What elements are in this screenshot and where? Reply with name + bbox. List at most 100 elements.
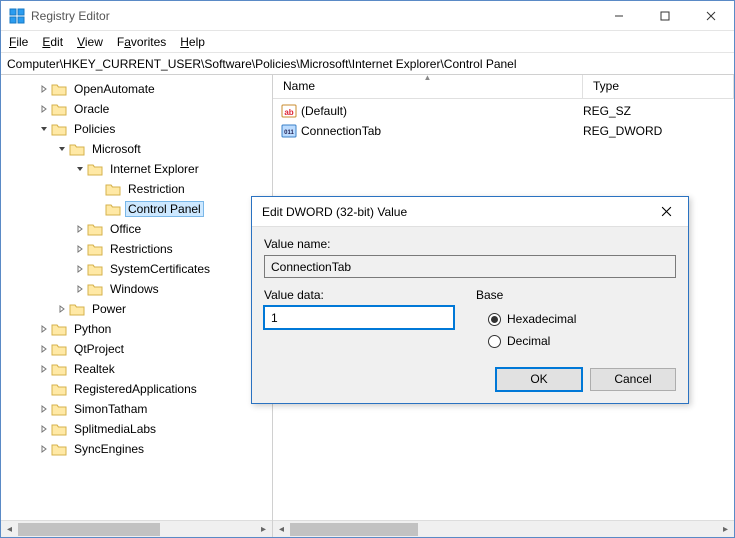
regedit-app-icon xyxy=(9,8,25,24)
column-name-label: Name xyxy=(283,79,315,93)
tree-node-internet-explorer[interactable]: Internet Explorer xyxy=(1,159,272,179)
chevron-right-icon[interactable] xyxy=(73,242,87,256)
chevron-right-icon[interactable] xyxy=(37,442,51,456)
chevron-right-icon[interactable] xyxy=(37,402,51,416)
tree-node-microsoft[interactable]: Microsoft xyxy=(1,139,272,159)
radio-decimal[interactable]: Decimal xyxy=(488,330,676,352)
tree-node-label: SimonTatham xyxy=(71,401,150,417)
radio-dec-label: Decimal xyxy=(507,334,550,348)
value-data-input[interactable] xyxy=(264,306,454,329)
tree-node-label: Internet Explorer xyxy=(107,161,202,177)
tree-node-label: Windows xyxy=(107,281,162,297)
tree-node-power[interactable]: Power xyxy=(1,299,272,319)
chevron-right-icon[interactable] xyxy=(37,342,51,356)
value-type: REG_DWORD xyxy=(583,124,662,138)
tree-node-windows[interactable]: Windows xyxy=(1,279,272,299)
chevron-right-icon[interactable] xyxy=(73,262,87,276)
value-name-label: Value name: xyxy=(264,237,676,251)
scroll-right-icon[interactable]: ▸ xyxy=(717,521,734,538)
tree-node-oracle[interactable]: Oracle xyxy=(1,99,272,119)
dialog-close-button[interactable] xyxy=(653,200,680,224)
chevron-right-icon[interactable] xyxy=(37,82,51,96)
chevron-right-icon[interactable] xyxy=(73,222,87,236)
cancel-button[interactable]: Cancel xyxy=(590,368,676,391)
tree-node-label: Power xyxy=(89,301,129,317)
value-name-input[interactable] xyxy=(264,255,676,278)
list-header: ▲ Name Type xyxy=(273,75,734,99)
column-type-label: Type xyxy=(593,79,619,93)
tree-node-simontatham[interactable]: SimonTatham xyxy=(1,399,272,419)
reg-dword-icon: 011 xyxy=(281,123,297,139)
menu-edit[interactable]: Edit xyxy=(42,35,63,49)
tree-node-python[interactable]: Python xyxy=(1,319,272,339)
menubar: File Edit View Favorites Help xyxy=(1,31,734,53)
value-row[interactable]: 011 ConnectionTabREG_DWORD xyxy=(273,121,734,141)
close-button[interactable] xyxy=(688,1,734,31)
maximize-button[interactable] xyxy=(642,1,688,31)
tree-node-label: Policies xyxy=(71,121,118,137)
tree-node-label: Restrictions xyxy=(107,241,176,257)
chevron-right-icon[interactable] xyxy=(73,282,87,296)
tree-node-restriction[interactable]: Restriction xyxy=(1,179,272,199)
titlebar: Registry Editor xyxy=(1,1,734,31)
tree-node-label: Microsoft xyxy=(89,141,144,157)
registry-tree[interactable]: OpenAutomateOracle Policies Microsoft Inter… xyxy=(1,75,272,520)
radio-icon xyxy=(488,335,501,348)
menu-file[interactable]: File xyxy=(9,35,28,49)
value-list[interactable]: ab(Default)REG_SZ011ConnectionTabREG_DWO… xyxy=(273,99,734,143)
tree-node-label: SystemCertificates xyxy=(107,261,213,277)
tree-node-openautomate[interactable]: OpenAutomate xyxy=(1,79,272,99)
chevron-right-icon[interactable] xyxy=(37,102,51,116)
tree-node-office[interactable]: Office xyxy=(1,219,272,239)
tree-node-label: Control Panel xyxy=(125,201,204,217)
chevron-down-icon[interactable] xyxy=(37,122,51,136)
scroll-left-icon[interactable]: ◂ xyxy=(273,521,290,538)
tree-h-scrollbar[interactable]: ◂ ▸ xyxy=(1,520,272,537)
address-bar[interactable]: Computer\HKEY_CURRENT_USER\Software\Poli… xyxy=(1,53,734,75)
value-name: ConnectionTab xyxy=(301,124,583,138)
tree-node-control-panel[interactable]: Control Panel xyxy=(1,199,272,219)
chevron-down-icon[interactable] xyxy=(73,162,87,176)
chevron-down-icon[interactable] xyxy=(55,142,69,156)
tree-node-restrictions[interactable]: Restrictions xyxy=(1,239,272,259)
radio-hex-label: Hexadecimal xyxy=(507,312,576,326)
tree-node-label: SyncEngines xyxy=(71,441,147,457)
chevron-right-icon[interactable] xyxy=(37,362,51,376)
tree-node-registeredapplications[interactable]: RegisteredApplications xyxy=(1,379,272,399)
dialog-titlebar[interactable]: Edit DWORD (32-bit) Value xyxy=(252,197,688,227)
column-header-name[interactable]: ▲ Name xyxy=(273,75,583,98)
tree-node-label: SplitmediaLabs xyxy=(71,421,159,437)
column-header-type[interactable]: Type xyxy=(583,75,734,98)
list-h-scrollbar[interactable]: ◂ ▸ xyxy=(273,520,734,537)
minimize-button[interactable] xyxy=(596,1,642,31)
chevron-right-icon[interactable] xyxy=(55,302,69,316)
chevron-right-icon[interactable] xyxy=(37,422,51,436)
reg-sz-icon: ab xyxy=(281,103,297,119)
tree-node-systemcertificates[interactable]: SystemCertificates xyxy=(1,259,272,279)
menu-help[interactable]: Help xyxy=(180,35,205,49)
value-row[interactable]: ab(Default)REG_SZ xyxy=(273,101,734,121)
sort-asc-icon: ▲ xyxy=(424,75,432,82)
radio-hexadecimal[interactable]: Hexadecimal xyxy=(488,308,676,330)
scroll-right-icon[interactable]: ▸ xyxy=(255,521,272,538)
base-group-label: Base xyxy=(476,288,676,302)
tree-node-policies[interactable]: Policies xyxy=(1,119,272,139)
menu-favorites[interactable]: Favorites xyxy=(117,35,166,49)
tree-node-splitmedialabs[interactable]: SplitmediaLabs xyxy=(1,419,272,439)
tree-node-label: Realtek xyxy=(71,361,118,377)
menu-view[interactable]: View xyxy=(77,35,103,49)
tree-node-syncengines[interactable]: SyncEngines xyxy=(1,439,272,459)
chevron-right-icon[interactable] xyxy=(37,322,51,336)
scroll-left-icon[interactable]: ◂ xyxy=(1,521,18,538)
tree-node-realtek[interactable]: Realtek xyxy=(1,359,272,379)
radio-icon xyxy=(488,313,501,326)
base-radio-group: Hexadecimal Decimal xyxy=(476,308,676,352)
dialog-title: Edit DWORD (32-bit) Value xyxy=(262,205,407,219)
tree-node-qtproject[interactable]: QtProject xyxy=(1,339,272,359)
svg-text:ab: ab xyxy=(284,108,293,117)
value-data-label: Value data: xyxy=(264,288,454,302)
tree-node-label: RegisteredApplications xyxy=(71,381,200,397)
ok-button[interactable]: OK xyxy=(496,368,582,391)
tree-node-label: Python xyxy=(71,321,114,337)
value-name: (Default) xyxy=(301,104,583,118)
